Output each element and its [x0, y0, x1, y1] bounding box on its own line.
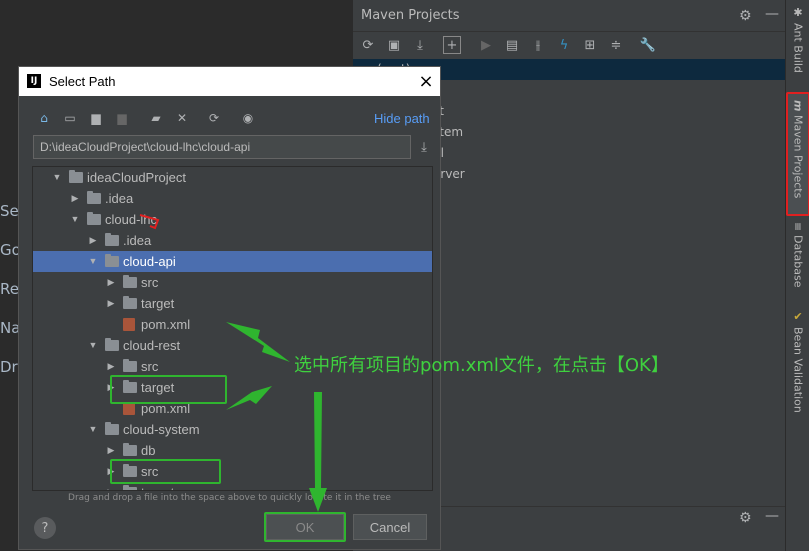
red-arrow-mark — [139, 214, 160, 230]
annotation-arrows — [139, 214, 327, 512]
arrow-to-ok — [309, 392, 327, 512]
arrow-to-pom-2 — [226, 386, 272, 410]
arrow-to-pom-1 — [226, 322, 290, 362]
